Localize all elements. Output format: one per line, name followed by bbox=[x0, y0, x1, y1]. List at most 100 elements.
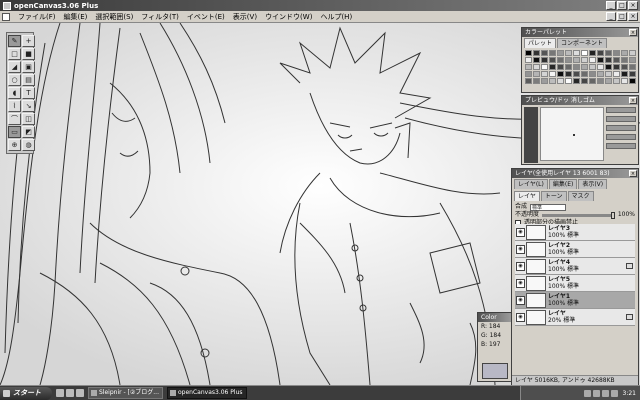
layer-row[interactable]: ◉ レイヤ1 100% 標準 bbox=[515, 292, 635, 309]
zoom-tool[interactable]: ⊕ bbox=[8, 139, 21, 151]
pattern-tool[interactable]: ▣ bbox=[22, 61, 35, 73]
tab-layer[interactable]: レイヤ bbox=[514, 191, 540, 201]
rotate-tool[interactable]: ◩ bbox=[22, 126, 35, 138]
color-swatch[interactable] bbox=[605, 57, 612, 63]
color-swatch[interactable] bbox=[613, 57, 620, 63]
hand-tool[interactable]: ▭ bbox=[8, 126, 21, 138]
color-swatch[interactable] bbox=[589, 57, 596, 63]
menu-edit[interactable]: 編集(E) bbox=[60, 12, 92, 22]
airbrush-tool[interactable]: ◢ bbox=[8, 61, 21, 73]
color-swatch[interactable] bbox=[573, 50, 580, 56]
color-swatch[interactable] bbox=[621, 78, 628, 84]
color-swatch[interactable] bbox=[533, 57, 540, 63]
menu-help[interactable]: ヘルプ(H) bbox=[316, 12, 356, 22]
color-swatch[interactable] bbox=[621, 71, 628, 77]
color-swatch[interactable] bbox=[613, 50, 620, 56]
document-icon[interactable] bbox=[2, 12, 10, 21]
preview-title[interactable]: プレビュウ/ドッ 消しゴム × bbox=[522, 96, 638, 105]
layer-row[interactable]: ◉ レイヤ2 100% 標準 bbox=[515, 241, 635, 258]
menu-view[interactable]: 表示(V) bbox=[229, 12, 261, 22]
color-swatch[interactable] bbox=[557, 50, 564, 56]
opacity-slider-handle[interactable] bbox=[610, 211, 615, 219]
brush-blur-slider[interactable] bbox=[606, 125, 636, 131]
ellipse-tool[interactable]: ○ bbox=[8, 74, 21, 86]
blend-mode-select[interactable]: 標準 bbox=[530, 203, 567, 211]
color-swatch[interactable] bbox=[621, 64, 628, 70]
color-swatch[interactable] bbox=[525, 57, 532, 63]
color-swatch[interactable] bbox=[525, 78, 532, 84]
color-swatch[interactable] bbox=[557, 64, 564, 70]
taskbar-item-sleipnir[interactable]: Sleipnir - [②ブログ... bbox=[88, 387, 164, 399]
doc-close-button[interactable]: × bbox=[628, 12, 638, 21]
layer-row[interactable]: ◉ レイヤ4 100% 標準 bbox=[515, 258, 635, 275]
color-swatch[interactable] bbox=[557, 71, 564, 77]
color-swatch[interactable] bbox=[581, 64, 588, 70]
maximize-button[interactable]: □ bbox=[617, 1, 627, 10]
color-swatch[interactable] bbox=[589, 50, 596, 56]
color-swatch[interactable] bbox=[605, 50, 612, 56]
brush-option-slider[interactable] bbox=[606, 134, 636, 140]
eye-icon[interactable]: ◉ bbox=[516, 227, 525, 237]
color-swatch[interactable] bbox=[557, 78, 564, 84]
doc-minimize-button[interactable]: _ bbox=[606, 12, 616, 21]
doc-restore-button[interactable]: □ bbox=[617, 12, 627, 21]
menu-selection[interactable]: 選択範囲(S) bbox=[91, 12, 137, 22]
color-swatch[interactable] bbox=[573, 71, 580, 77]
color-swatch[interactable] bbox=[549, 57, 556, 63]
layer-view-menu[interactable]: 表示(V) bbox=[578, 179, 608, 189]
security-icon[interactable] bbox=[601, 389, 609, 397]
menu-window[interactable]: ウインドウ(W) bbox=[261, 12, 316, 22]
color-swatch[interactable] bbox=[549, 71, 556, 77]
color-swatch[interactable] bbox=[565, 64, 572, 70]
color-swatch[interactable] bbox=[597, 71, 604, 77]
color-swatch[interactable] bbox=[597, 64, 604, 70]
network-icon[interactable] bbox=[583, 389, 591, 397]
color-swatch[interactable] bbox=[589, 78, 596, 84]
eye-icon[interactable]: ◉ bbox=[516, 312, 525, 322]
color-swatch[interactable] bbox=[557, 57, 564, 63]
color-swatch[interactable] bbox=[525, 50, 532, 56]
color-swatch[interactable] bbox=[541, 71, 548, 77]
color-swatch[interactable] bbox=[589, 71, 596, 77]
color-panel-title[interactable]: Color bbox=[478, 313, 511, 322]
current-color-swatch[interactable] bbox=[482, 363, 508, 379]
layer-panel-title[interactable]: レイヤ(全使用レイヤ 13 6001 83) × bbox=[512, 169, 638, 178]
volume-icon[interactable] bbox=[592, 389, 600, 397]
eyedropper-tool[interactable]: ◍ bbox=[22, 139, 35, 151]
color-swatch[interactable] bbox=[605, 64, 612, 70]
color-swatch[interactable] bbox=[565, 78, 572, 84]
color-swatch[interactable] bbox=[613, 71, 620, 77]
color-swatch[interactable] bbox=[597, 50, 604, 56]
media-icon[interactable] bbox=[76, 389, 84, 397]
color-swatch[interactable] bbox=[565, 57, 572, 63]
eye-icon[interactable]: ◉ bbox=[516, 295, 525, 305]
color-swatch[interactable] bbox=[581, 57, 588, 63]
line-tool[interactable]: ↘ bbox=[22, 100, 35, 112]
color-swatch[interactable] bbox=[573, 57, 580, 63]
color-swatch[interactable] bbox=[549, 50, 556, 56]
color-swatch[interactable] bbox=[605, 78, 612, 84]
palette-title[interactable]: カラーパレット × bbox=[522, 28, 638, 37]
layer-row[interactable]: ◉ レイヤ5 100% 標準 bbox=[515, 275, 635, 292]
layer-menu[interactable]: レイヤ(L) bbox=[514, 179, 548, 189]
color-swatch[interactable] bbox=[629, 57, 636, 63]
color-swatch[interactable] bbox=[613, 64, 620, 70]
menu-filter[interactable]: フィルタ(T) bbox=[137, 12, 183, 22]
color-swatch[interactable] bbox=[549, 64, 556, 70]
close-button[interactable]: × bbox=[628, 1, 638, 10]
tab-tone[interactable]: トーン bbox=[540, 191, 567, 201]
color-swatch[interactable] bbox=[565, 71, 572, 77]
eye-icon[interactable]: ◉ bbox=[516, 244, 525, 254]
color-swatch[interactable] bbox=[621, 57, 628, 63]
brush-shape-list[interactable] bbox=[524, 107, 538, 163]
color-swatch[interactable] bbox=[565, 50, 572, 56]
brush-extra-slider[interactable] bbox=[606, 143, 636, 149]
menu-file[interactable]: ファイル(F) bbox=[14, 12, 60, 22]
color-swatch[interactable] bbox=[581, 71, 588, 77]
color-swatch[interactable] bbox=[573, 78, 580, 84]
transform-tool[interactable]: ◫ bbox=[22, 113, 35, 125]
ime-icon[interactable] bbox=[610, 389, 618, 397]
color-swatch[interactable] bbox=[605, 71, 612, 77]
color-swatch[interactable] bbox=[621, 50, 628, 56]
eraser-tool[interactable]: ◖ bbox=[8, 87, 21, 99]
